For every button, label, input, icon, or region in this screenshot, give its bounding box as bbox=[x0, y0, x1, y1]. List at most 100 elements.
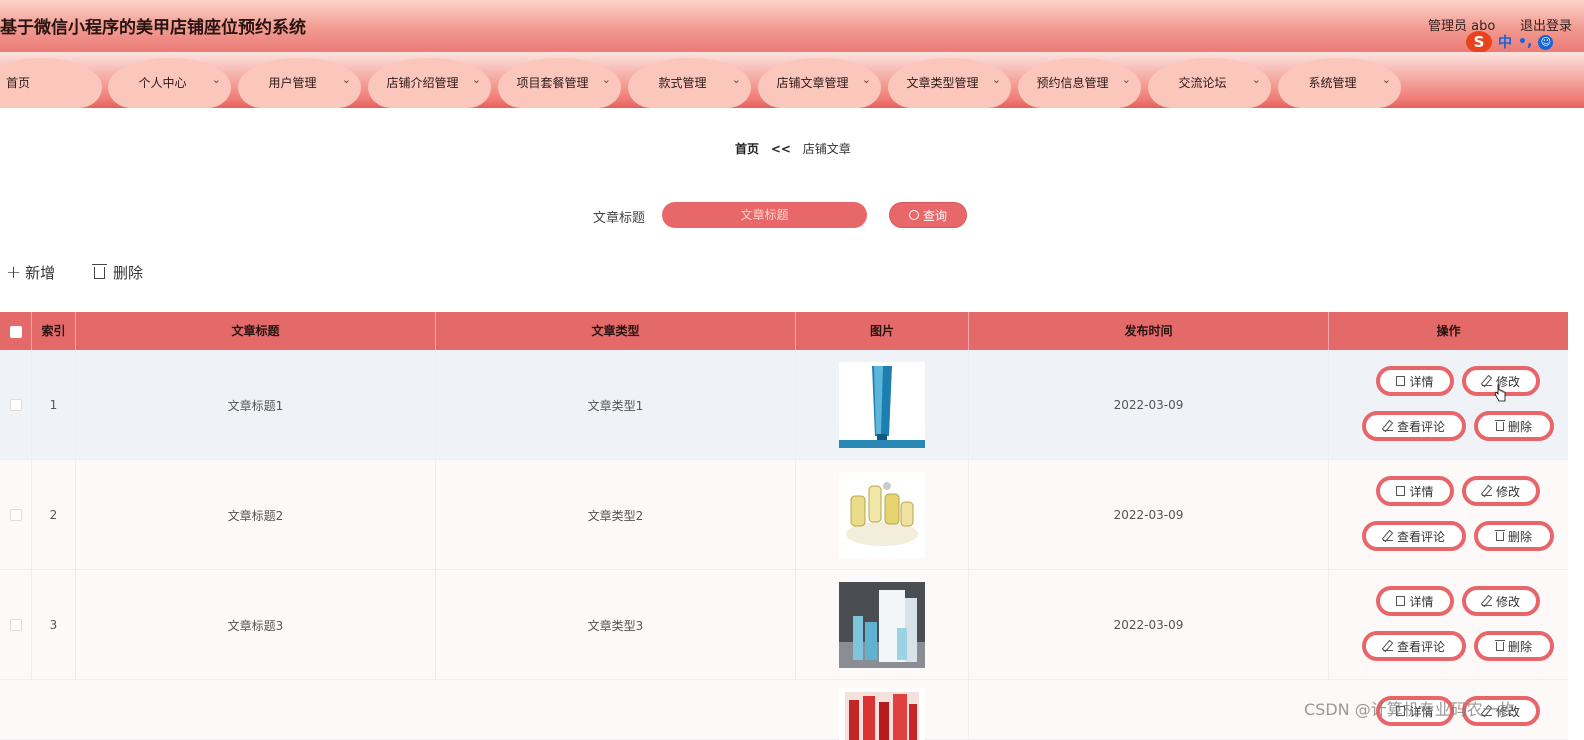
detail-button[interactable]: 详情 bbox=[1376, 476, 1454, 506]
nav-item-3[interactable]: 店铺介绍管理 ⌄ bbox=[368, 58, 491, 108]
nav-item-7[interactable]: 文章类型管理 ⌄ bbox=[888, 58, 1011, 108]
search-label: 文章标题 bbox=[593, 211, 646, 226]
add-button[interactable]: + 新增 bbox=[6, 262, 55, 283]
chevron-down-icon: ⌄ bbox=[1251, 73, 1261, 86]
chevron-down-icon: ⌄ bbox=[861, 73, 871, 86]
breadcrumb: 首页 << 店铺文章 bbox=[735, 140, 851, 157]
nav-item-label: 店铺文章管理 bbox=[776, 76, 849, 90]
chevron-down-icon: ⌄ bbox=[1381, 73, 1391, 86]
nav-item-0[interactable]: 首页 bbox=[0, 58, 102, 108]
search-input[interactable] bbox=[662, 202, 867, 228]
trash-icon bbox=[92, 263, 107, 279]
edit-icon bbox=[1481, 376, 1492, 386]
search-button-label: 查询 bbox=[922, 208, 947, 223]
product-image bbox=[839, 582, 925, 668]
nav-item-6[interactable]: 店铺文章管理 ⌄ bbox=[758, 58, 881, 108]
edit-icon bbox=[1382, 421, 1393, 431]
row-type: 文章类型1 bbox=[436, 350, 796, 460]
table-body: 1 文章标题1 文章类型1 2022-03-09 详情 修改 查看评论 删除 2 文章标题2 文章类… bbox=[0, 350, 1568, 680]
hand-cursor-icon bbox=[1494, 384, 1506, 402]
watermark: CSDN @计算机专业码农一枚 bbox=[1304, 700, 1515, 719]
breadcrumb-separator: << bbox=[770, 142, 791, 156]
edit-icon bbox=[1481, 596, 1492, 606]
detail-button[interactable]: 详情 bbox=[1376, 366, 1454, 396]
nav-item-5[interactable]: 款式管理 ⌄ bbox=[628, 58, 751, 108]
col-index: 索引 bbox=[32, 312, 76, 350]
table-row: 2 文章标题2 文章类型2 2022-03-09 详情 修改 查看评论 删除 bbox=[0, 460, 1568, 570]
app-title: 基于微信小程序的美甲店铺座位预约系统 bbox=[0, 18, 306, 38]
row-title: 文章标题3 bbox=[76, 570, 436, 680]
nav-item-label: 用户管理 bbox=[268, 76, 317, 90]
delete-label: 删除 bbox=[1507, 419, 1532, 434]
nav-item-4[interactable]: 项目套餐管理 ⌄ bbox=[498, 58, 621, 108]
col-image: 图片 bbox=[796, 312, 969, 350]
image-cell bbox=[796, 460, 969, 570]
trash-icon bbox=[1494, 639, 1505, 651]
row-title: 文章标题2 bbox=[76, 460, 436, 570]
search-icon bbox=[908, 210, 919, 220]
nav-item-9[interactable]: 交流论坛 ⌄ bbox=[1148, 58, 1271, 108]
product-image-4 bbox=[839, 688, 925, 740]
edit-button[interactable]: 修改 bbox=[1462, 586, 1540, 616]
view-comments-button[interactable]: 查看评论 bbox=[1362, 631, 1466, 661]
search-button[interactable]: 查询 bbox=[889, 202, 967, 228]
row-type: 文章类型2 bbox=[436, 460, 796, 570]
product-image bbox=[839, 472, 925, 558]
nav-item-1[interactable]: 个人中心 ⌄ bbox=[108, 58, 231, 108]
image-cell bbox=[796, 350, 969, 460]
nav-item-8[interactable]: 预约信息管理 ⌄ bbox=[1018, 58, 1141, 108]
image-cell bbox=[796, 680, 969, 740]
app-header: 基于微信小程序的美甲店铺座位预约系统 管理员 abo 退出登录 S 中 •, ☺ bbox=[0, 0, 1584, 53]
view-comments-button[interactable]: 查看评论 bbox=[1362, 521, 1466, 551]
row-date: 2022-03-09 bbox=[969, 460, 1329, 570]
view-comments-button[interactable]: 查看评论 bbox=[1362, 411, 1466, 441]
detail-label: 详情 bbox=[1409, 374, 1434, 389]
col-actions: 操作 bbox=[1436, 324, 1461, 338]
view-comments-label: 查看评论 bbox=[1396, 639, 1445, 654]
row-select-cell[interactable] bbox=[0, 570, 32, 680]
row-index: 3 bbox=[32, 570, 76, 680]
row-select-cell[interactable] bbox=[0, 460, 32, 570]
breadcrumb-current: 店铺文章 bbox=[802, 142, 851, 156]
delete-button[interactable]: 删除 bbox=[1474, 411, 1554, 441]
chevron-down-icon: ⌄ bbox=[601, 73, 611, 86]
delete-button[interactable]: 删除 bbox=[1474, 631, 1554, 661]
select-all-cell[interactable] bbox=[0, 312, 32, 350]
image-cell bbox=[796, 570, 969, 680]
row-date: 2022-03-09 bbox=[969, 570, 1329, 680]
chevron-down-icon: ⌄ bbox=[341, 73, 351, 86]
row-title: 文章标题1 bbox=[76, 350, 436, 460]
main-nav: 首页 个人中心 ⌄ 用户管理 ⌄ 店铺介绍管理 ⌄ 项目套餐管理 ⌄ 款式管理 ⌄ 店铺文章管理 ⌄ 文章… bbox=[0, 52, 1584, 108]
select-all-checkbox[interactable] bbox=[9, 325, 22, 338]
row-actions bbox=[1329, 570, 1568, 680]
delete-button[interactable]: 删除 bbox=[1474, 521, 1554, 551]
table-header: 索引 文章标题 文章类型 图片 发布时间 操作 bbox=[0, 312, 1568, 350]
row-checkbox[interactable] bbox=[9, 619, 22, 631]
breadcrumb-home[interactable]: 首页 bbox=[735, 142, 759, 156]
product-image bbox=[839, 362, 925, 448]
row-checkbox[interactable] bbox=[9, 509, 22, 521]
nav-item-label: 文章类型管理 bbox=[906, 76, 979, 90]
edit-button[interactable]: 修改 bbox=[1462, 476, 1540, 506]
edit-icon bbox=[1481, 486, 1492, 496]
row-select-cell[interactable] bbox=[0, 350, 32, 460]
row-checkbox[interactable] bbox=[9, 399, 22, 411]
nav-item-10[interactable]: 系统管理 ⌄ bbox=[1278, 58, 1401, 108]
detail-label: 详情 bbox=[1409, 484, 1434, 499]
edit-label: 修改 bbox=[1495, 484, 1520, 499]
add-button-label: 新增 bbox=[25, 264, 56, 282]
col-type: 文章类型 bbox=[436, 312, 796, 350]
detail-button[interactable]: 详情 bbox=[1376, 586, 1454, 616]
row-index: 1 bbox=[32, 350, 76, 460]
nav-item-label: 预约信息管理 bbox=[1036, 76, 1109, 90]
row-date: 2022-03-09 bbox=[969, 350, 1329, 460]
articles-table: 索引 文章标题 文章类型 图片 发布时间 操作 1 文章标题1 文章类型1 2022-… bbox=[0, 312, 1568, 740]
trash-icon bbox=[1494, 529, 1505, 541]
edit-icon bbox=[1382, 641, 1393, 651]
chevron-down-icon: ⌄ bbox=[211, 73, 221, 86]
nav-item-2[interactable]: 用户管理 ⌄ bbox=[238, 58, 361, 108]
row-actions bbox=[1329, 460, 1568, 570]
document-icon bbox=[1396, 376, 1406, 386]
batch-delete-button[interactable]: 删除 bbox=[92, 262, 144, 283]
batch-delete-label: 删除 bbox=[113, 264, 144, 282]
